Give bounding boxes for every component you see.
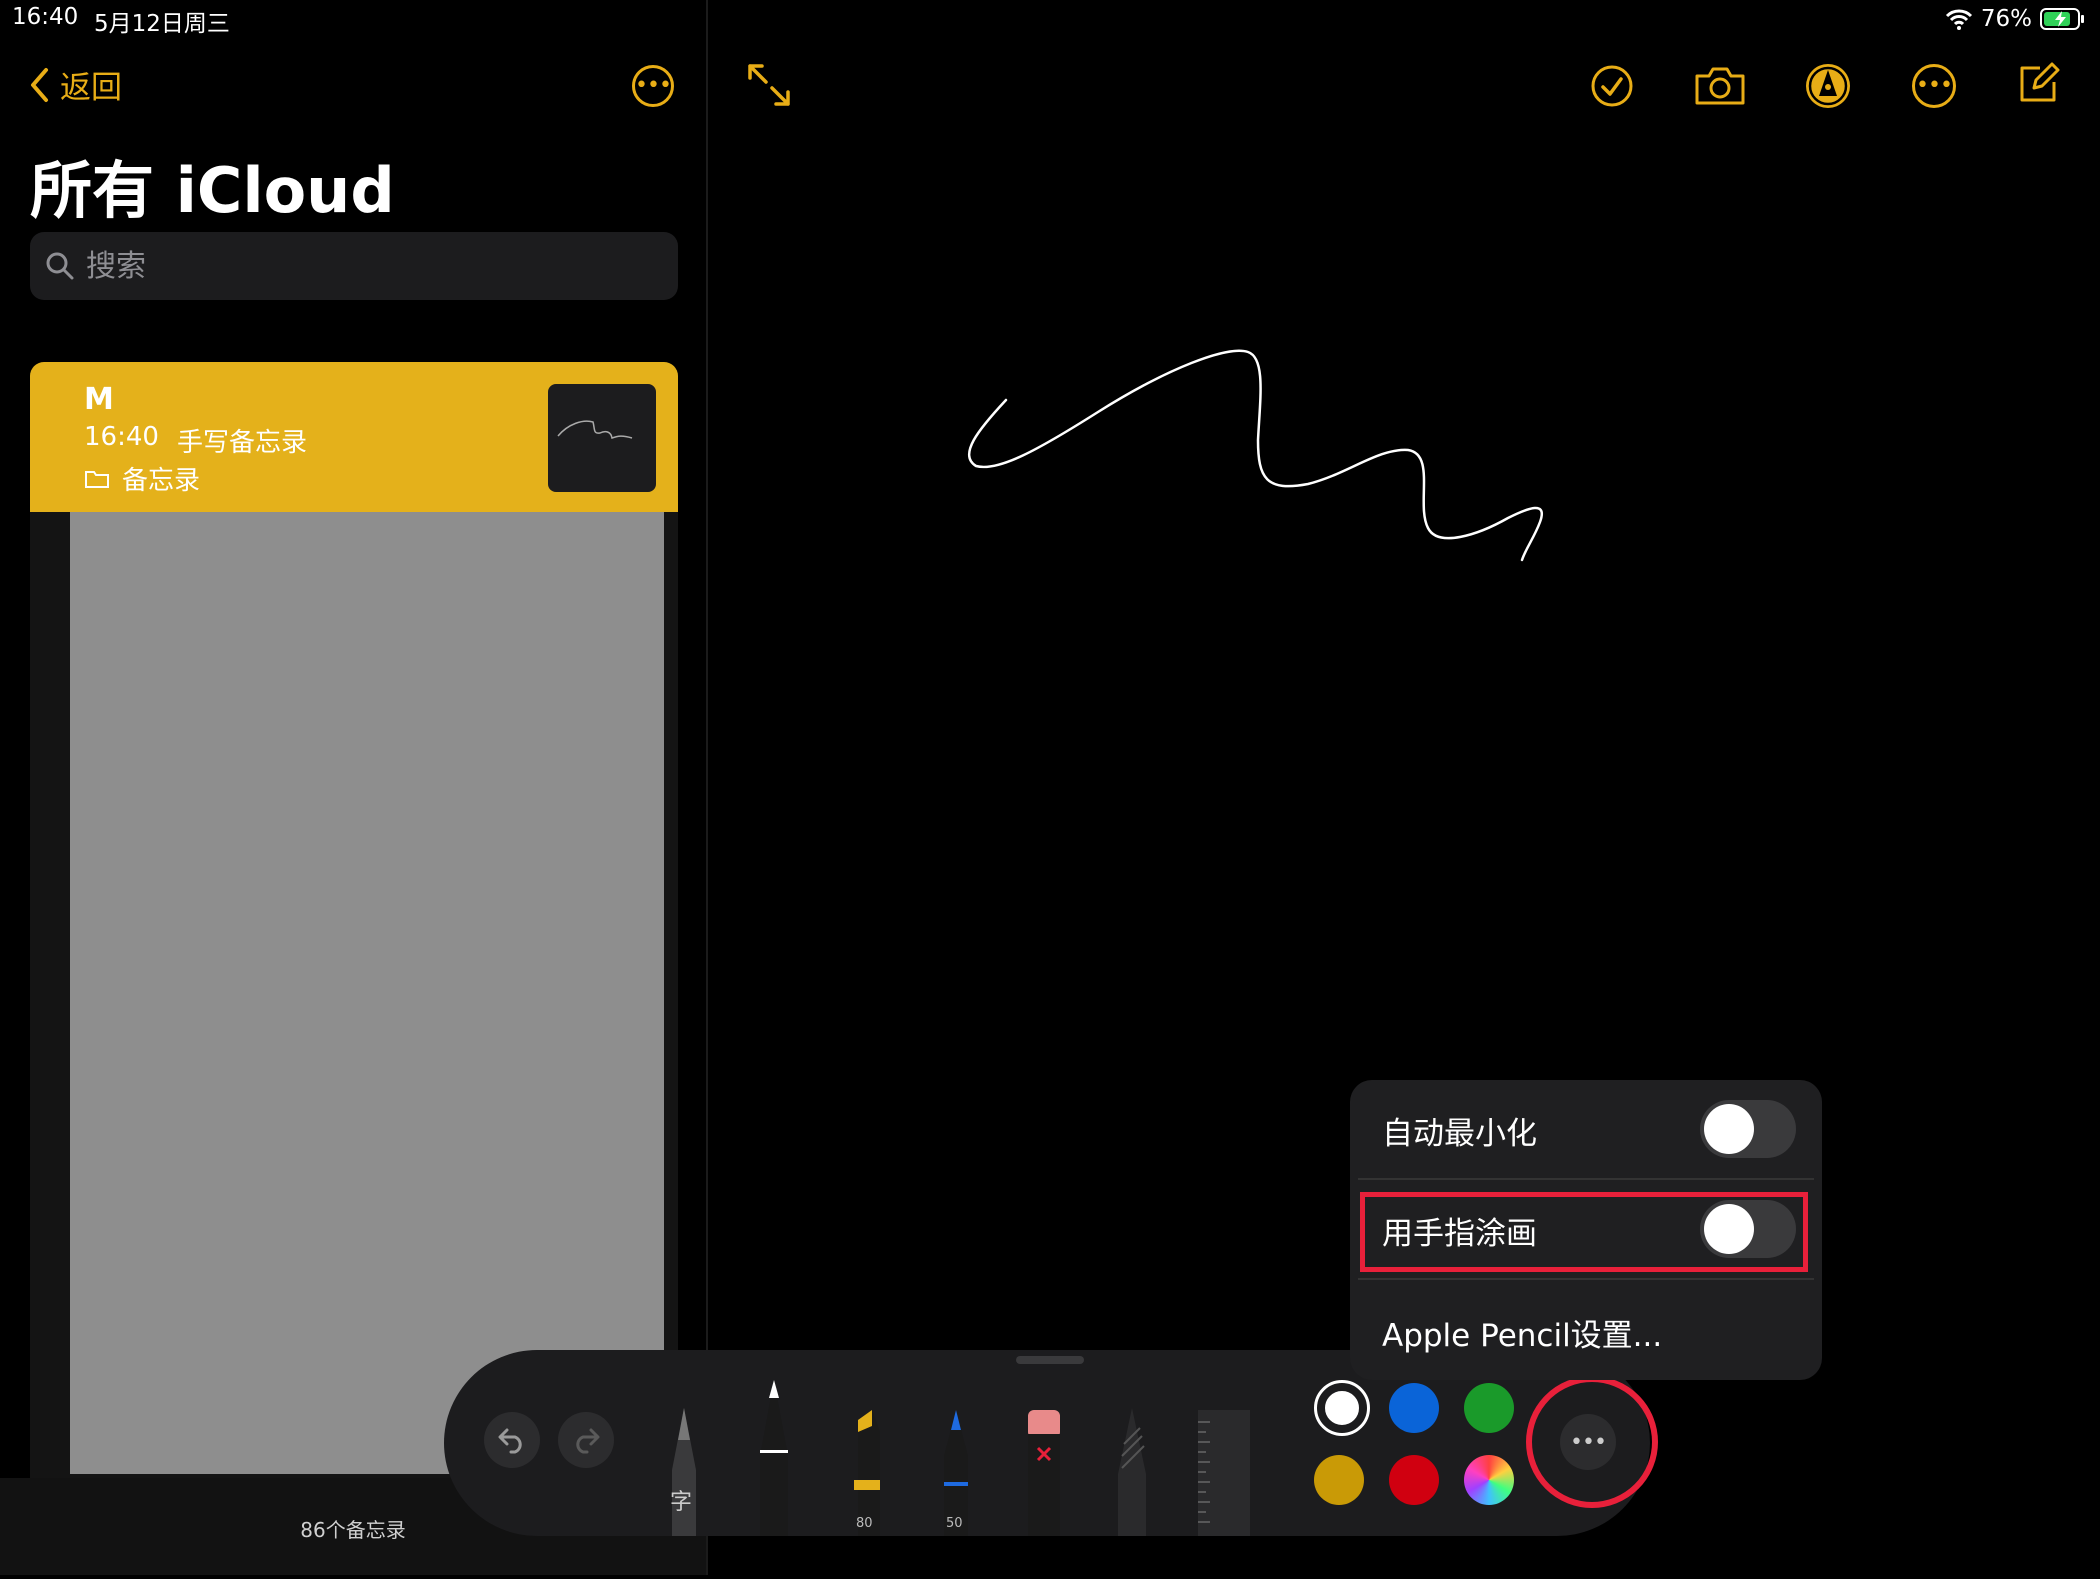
- swatch-white-fill: [1322, 1388, 1362, 1428]
- redacted-block: [70, 512, 664, 1474]
- color-swatch-green[interactable]: [1464, 1383, 1514, 1433]
- note-folder: 备忘录: [84, 460, 200, 497]
- checklist-button[interactable]: [1590, 64, 1634, 108]
- sidebar-more-button[interactable]: •••: [632, 65, 674, 107]
- color-swatch-red[interactable]: [1389, 1455, 1439, 1505]
- apple-pencil-settings-row[interactable]: Apple Pencil设置...: [1350, 1280, 1822, 1378]
- color-picker-wheel[interactable]: [1464, 1455, 1514, 1505]
- auto-minimize-row: 自动最小化: [1350, 1080, 1822, 1178]
- highlight-circle: [1526, 1376, 1658, 1508]
- search-input[interactable]: [84, 247, 648, 285]
- note-thumbnail: [548, 384, 656, 492]
- pen-width-label: 50: [946, 1516, 963, 1531]
- pen-tool[interactable]: [754, 1376, 794, 1536]
- blue-pen-tool[interactable]: 50: [936, 1406, 976, 1536]
- back-button[interactable]: 返回: [28, 62, 122, 107]
- status-date: 5月12日周三: [94, 11, 230, 37]
- color-swatch-gold[interactable]: [1314, 1455, 1364, 1505]
- note-subtitle: 手写备忘录: [176, 428, 307, 458]
- search-bar[interactable]: [30, 232, 678, 300]
- back-label: 返回: [60, 70, 122, 106]
- lasso-tool[interactable]: [1112, 1404, 1152, 1536]
- search-icon: [46, 252, 74, 280]
- note-title: M: [84, 382, 114, 417]
- auto-minimize-label: 自动最小化: [1382, 1116, 1537, 1152]
- color-swatch-blue[interactable]: [1389, 1383, 1439, 1433]
- highlight-rectangle: [1360, 1192, 1808, 1272]
- marker-width-label: 80: [856, 1516, 873, 1531]
- pen-tip-circle-icon: [1806, 64, 1850, 108]
- folder-title: 所有 iCloud: [30, 154, 395, 227]
- scribble-thumbnail-icon: [557, 420, 633, 439]
- text-tool[interactable]: 字: [664, 1400, 704, 1536]
- markup-button[interactable]: [1804, 62, 1852, 110]
- camera-icon: [1695, 67, 1745, 105]
- selected-note-item[interactable]: M 16:40 手写备忘录 备忘录: [30, 362, 678, 512]
- marker-tool[interactable]: 80: [846, 1406, 886, 1536]
- eraser-tool[interactable]: [1024, 1406, 1064, 1536]
- auto-minimize-toggle[interactable]: [1700, 1100, 1796, 1158]
- eraser-icon: [1028, 1410, 1060, 1536]
- lasso-icon: [1118, 1408, 1146, 1536]
- note-time: 16:40: [84, 422, 159, 452]
- pen-icon: [760, 1380, 788, 1536]
- expand-arrows-icon: [748, 64, 790, 106]
- compose-icon: [2020, 62, 2060, 102]
- note-more-button[interactable]: •••: [1912, 64, 1956, 108]
- folder-icon: [85, 470, 109, 488]
- ruler-tool[interactable]: [1196, 1408, 1252, 1536]
- apple-pencil-settings-label: Apple Pencil设置...: [1382, 1318, 1663, 1354]
- fullscreen-button[interactable]: [746, 62, 792, 108]
- color-swatch-white[interactable]: [1314, 1380, 1370, 1436]
- ellipsis-circle-icon: •••: [1912, 64, 1956, 108]
- chevron-left-icon: [31, 67, 48, 102]
- note-meta: 16:40 手写备忘录: [84, 422, 307, 459]
- redo-icon: [576, 1428, 600, 1454]
- ruler-icon: [1198, 1410, 1250, 1536]
- ellipsis-circle-icon: •••: [632, 65, 674, 107]
- toggle-knob: [1704, 1104, 1754, 1154]
- camera-button[interactable]: [1694, 66, 1746, 106]
- redo-button[interactable]: [558, 1412, 614, 1468]
- compose-button[interactable]: [2016, 62, 2060, 106]
- checkmark-circle-icon: [1591, 65, 1633, 107]
- status-time: 16:40: [12, 4, 79, 30]
- palette-grabber[interactable]: [1016, 1356, 1084, 1364]
- text-tool-label: 字: [670, 1490, 693, 1515]
- undo-icon: [498, 1428, 522, 1454]
- undo-button[interactable]: [484, 1412, 540, 1468]
- note-folder-name: 备忘录: [122, 466, 201, 496]
